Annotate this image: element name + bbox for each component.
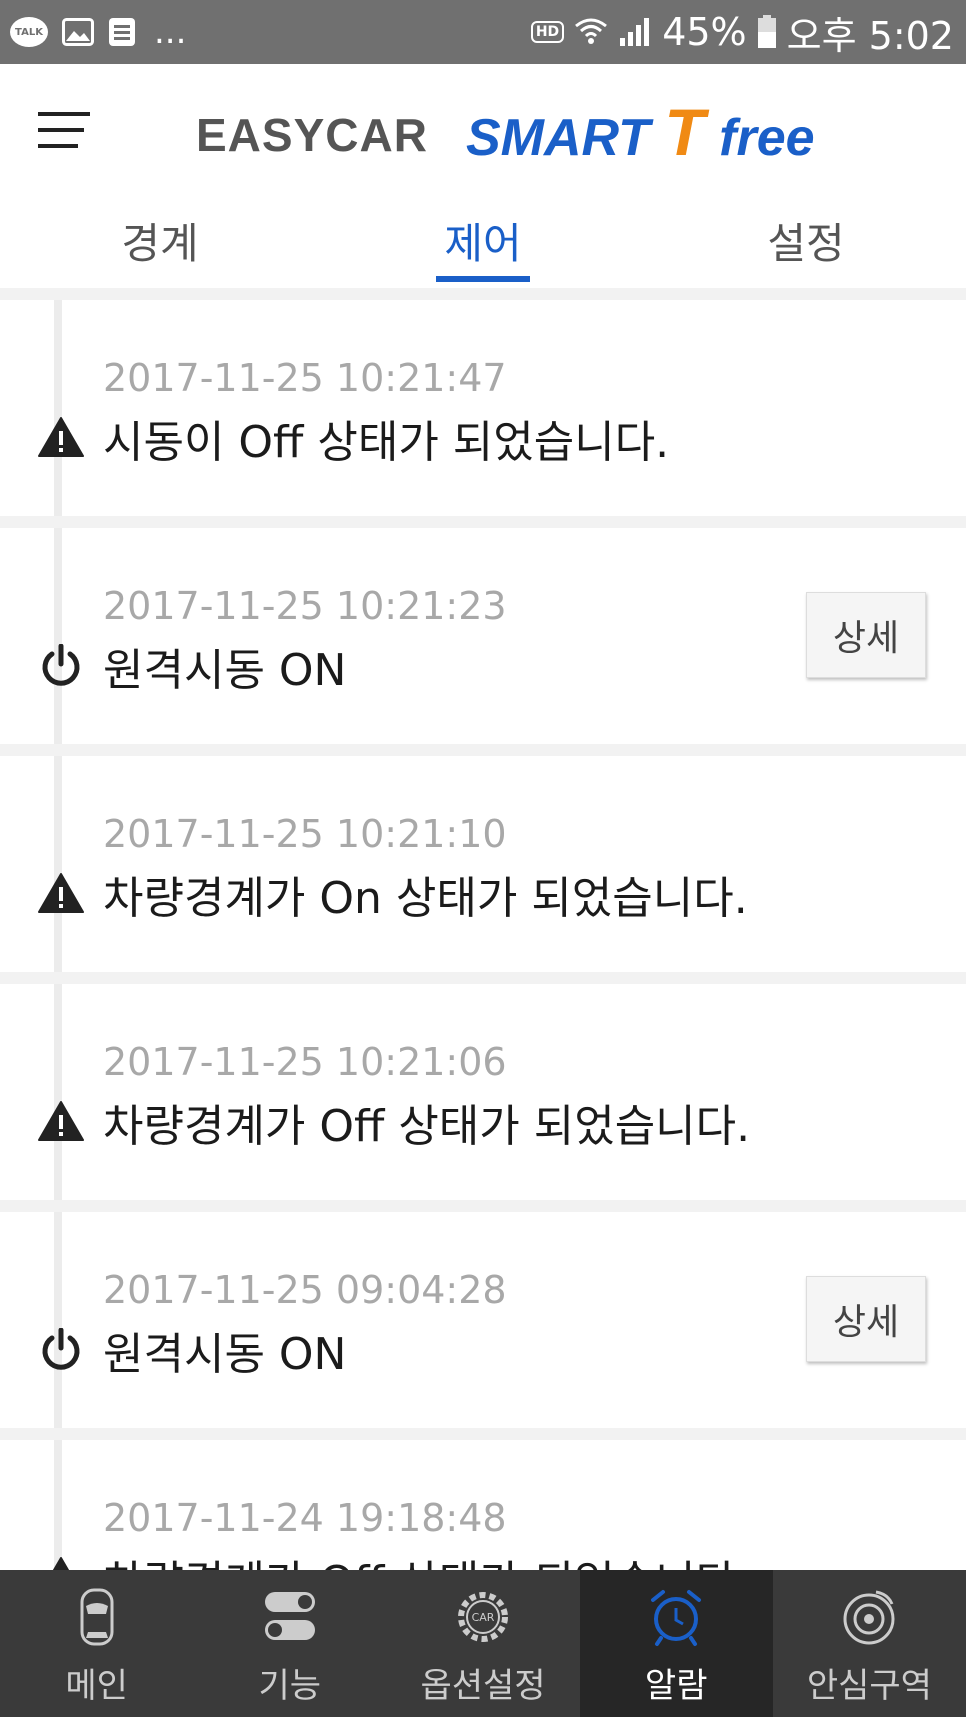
nav-label: 메인	[65, 1666, 128, 1706]
category-tabs: 경계 제어 설정	[0, 192, 966, 288]
alert-time: 2017-11-25 10:21:10	[103, 812, 507, 856]
power-icon	[42, 1328, 80, 1370]
more-notifications: ...	[154, 12, 187, 52]
nav-safe-zone[interactable]: 안심구역	[773, 1570, 966, 1717]
alert-item[interactable]: 2017-11-25 10:21:47 시동이 Off 상태가 되었습니다.	[0, 300, 966, 516]
alert-item[interactable]: 2017-11-24 19:18:48 차량경계가 Off 상태가 되었습니다.	[0, 1440, 966, 1570]
warning-icon	[38, 1101, 84, 1141]
alert-message: 시동이 Off 상태가 되었습니다.	[103, 417, 670, 468]
car-gear-icon: CAR	[458, 1592, 508, 1642]
timeline-rail	[54, 756, 62, 972]
timeline-rail	[54, 984, 62, 1200]
tab-control[interactable]: 제어	[436, 210, 530, 282]
smart-t-free-logo: SMART T free	[466, 94, 815, 170]
nav-label: 옵션설정	[420, 1666, 546, 1706]
nav-alarm[interactable]: 알람	[579, 1570, 773, 1717]
easycar-logo: EASYCAR	[196, 109, 428, 161]
svg-text:CAR: CAR	[472, 1611, 495, 1624]
detail-button[interactable]: 상세	[806, 592, 926, 678]
gallery-icon	[62, 18, 94, 46]
logo-free-text: free	[719, 109, 815, 167]
alert-time: 2017-11-25 10:21:47	[103, 356, 507, 400]
toggle-icon	[264, 1592, 315, 1640]
app-header: EASYCAR SMART T free	[0, 64, 966, 192]
nav-label: 안심구역	[806, 1666, 932, 1706]
system-indicators: HD 45% 오후 5:02	[530, 0, 954, 64]
timeline-rail	[54, 300, 62, 516]
nav-features[interactable]: 기능	[193, 1570, 386, 1717]
alert-time: 2017-11-25 10:21:06	[103, 1040, 507, 1084]
alert-message: 원격시동 ON	[103, 1329, 347, 1380]
nav-label: 기능	[258, 1666, 322, 1706]
alert-item[interactable]: 2017-11-25 09:04:28 원격시동 ON 상세	[0, 1212, 966, 1428]
alert-item[interactable]: 2017-11-25 10:21:23 원격시동 ON 상세	[0, 528, 966, 744]
alert-time: 2017-11-25 10:21:23	[103, 584, 507, 628]
alert-message: 원격시동 ON	[103, 645, 347, 696]
logo-t-text: T	[664, 95, 705, 169]
timeline-rail	[54, 1440, 62, 1570]
alert-message: 차량경계가 Off 상태가 되었습니다.	[103, 1101, 751, 1152]
warning-icon	[38, 873, 84, 913]
logo-smart-text: SMART	[466, 109, 650, 167]
alert-item[interactable]: 2017-11-25 10:21:10 차량경계가 On 상태가 되었습니다.	[0, 756, 966, 972]
active-tab-indicator	[436, 276, 530, 282]
alert-time: 2017-11-24 19:18:48	[103, 1496, 507, 1540]
wifi-icon	[575, 18, 608, 44]
zone-target-icon	[843, 1590, 895, 1645]
alert-list[interactable]: 2017-11-25 10:21:47 시동이 Off 상태가 되었습니다. 2…	[0, 300, 966, 1570]
notification-icons: TALK ...	[10, 0, 186, 64]
alarm-clock-icon	[651, 1590, 702, 1646]
hd-voice-icon: HD	[530, 21, 565, 43]
clock: 오후 5:02	[786, 13, 954, 58]
nav-label: 알람	[644, 1666, 708, 1706]
battery-percent: 45%	[662, 10, 747, 54]
detail-button[interactable]: 상세	[806, 1276, 926, 1362]
car-icon	[80, 1588, 114, 1646]
document-icon	[109, 18, 135, 46]
battery-icon	[757, 15, 776, 48]
nav-main[interactable]: 메인	[0, 1570, 193, 1717]
alert-item[interactable]: 2017-11-25 10:21:06 차량경계가 Off 상태가 되었습니다.	[0, 984, 966, 1200]
bottom-navigation: 메인 기능 CAR 옵션설정 알람 안심구역	[0, 1570, 966, 1717]
alert-message: 차량경계가 Off 상태가 되었습니다.	[103, 1546, 750, 1570]
menu-icon[interactable]	[38, 112, 90, 152]
nav-options[interactable]: CAR 옵션설정	[386, 1570, 579, 1717]
warning-icon	[38, 417, 84, 457]
alert-message: 차량경계가 On 상태가 되었습니다.	[103, 873, 748, 924]
kakaotalk-icon: TALK	[10, 17, 48, 47]
timeline-rail	[54, 1212, 62, 1428]
tab-settings[interactable]: 설정	[746, 210, 866, 282]
status-bar: TALK ... HD 45% 오후 5:02	[0, 0, 966, 64]
warning-icon	[52, 1557, 70, 1570]
alert-time: 2017-11-25 09:04:28	[103, 1268, 507, 1312]
tab-alert[interactable]: 경계	[100, 210, 220, 282]
signal-icon	[620, 18, 650, 46]
timeline-rail	[54, 528, 62, 744]
power-icon	[42, 644, 80, 686]
